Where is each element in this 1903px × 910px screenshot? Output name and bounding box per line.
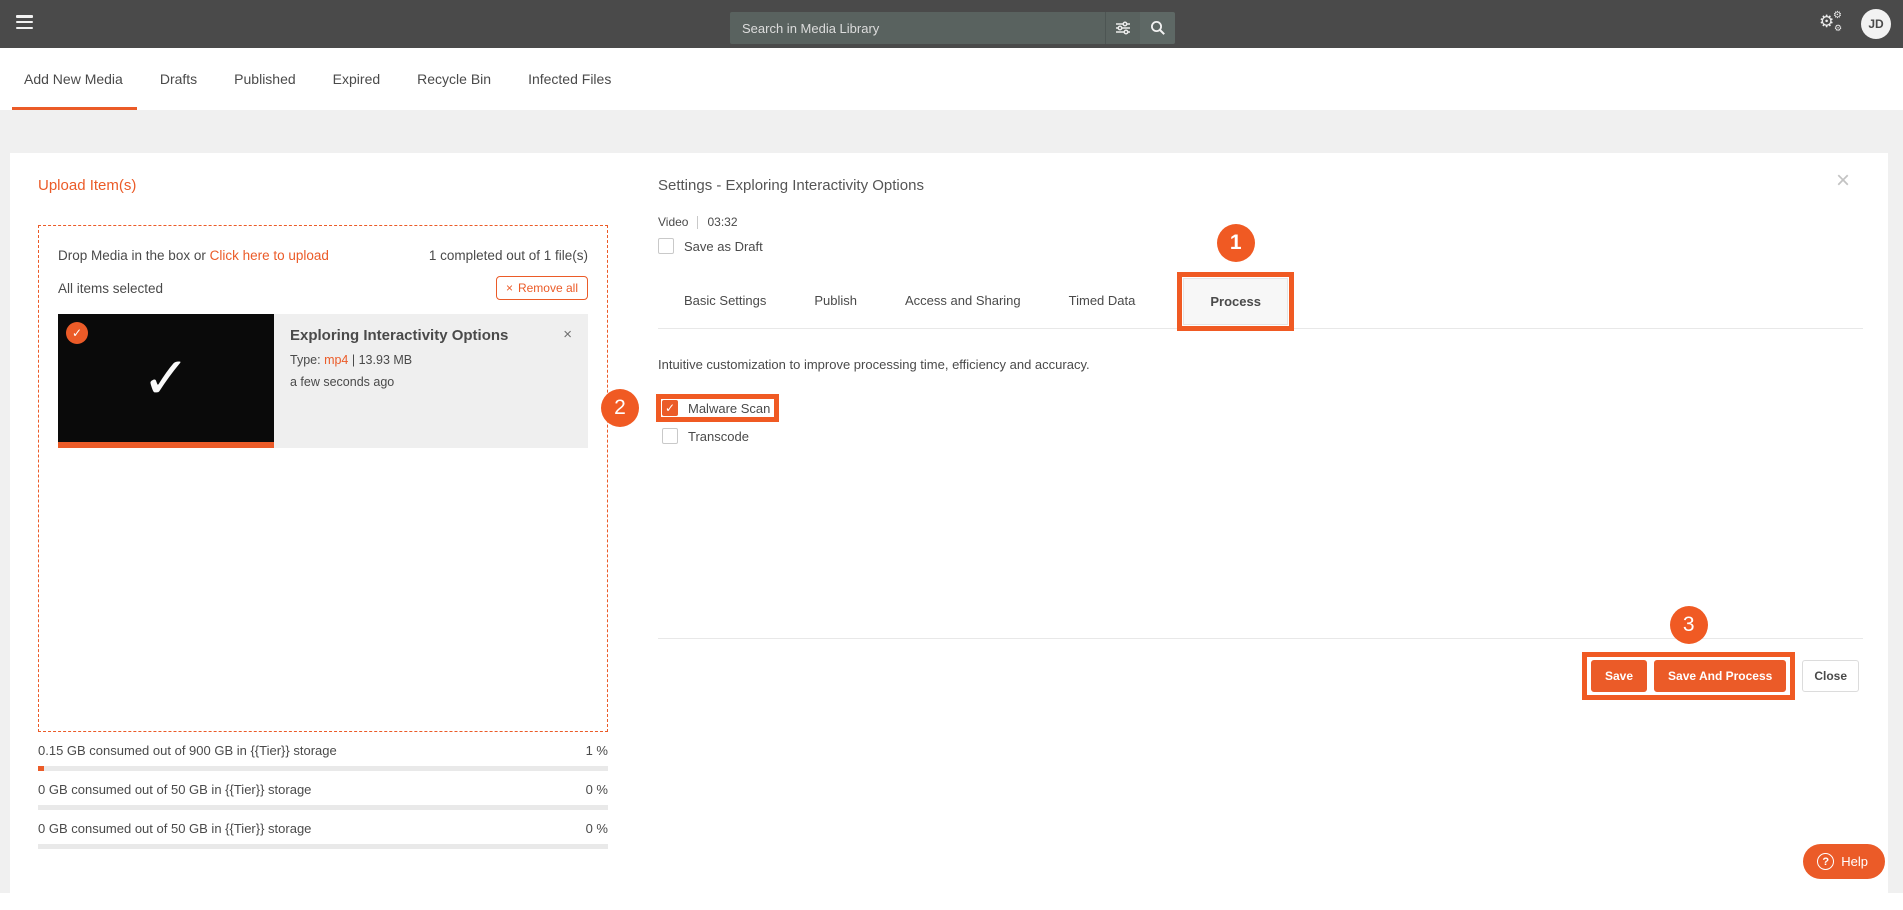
save-and-process-button[interactable]: Save And Process [1654, 660, 1786, 692]
settings-close-icon[interactable]: × [1836, 171, 1850, 191]
save-as-draft-checkbox[interactable] [658, 238, 674, 254]
storage-row: 0 GB consumed out of 50 GB in {{Tier}} s… [38, 782, 608, 810]
tab-access-and-sharing[interactable]: Access and Sharing [905, 273, 1021, 328]
upload-panel: Upload Item(s) Drop Media in the box or … [10, 153, 636, 893]
file-remove-icon[interactable]: × [563, 327, 572, 342]
transcode-checkbox[interactable] [662, 428, 678, 444]
file-title: Exploring Interactivity Options [290, 327, 508, 344]
settings-gears-icon[interactable]: ⚙⚙⚙ [1819, 11, 1845, 37]
all-items-selected-label: All items selected [58, 281, 163, 296]
nav-tab-add-new-media[interactable]: Add New Media [24, 48, 123, 110]
storage-section: 0.15 GB consumed out of 900 GB in {{Tier… [38, 743, 608, 849]
filter-button[interactable] [1105, 12, 1140, 44]
storage-text: 0 GB consumed out of 50 GB in {{Tier}} s… [38, 782, 311, 797]
tab-publish[interactable]: Publish [814, 273, 857, 328]
help-button[interactable]: ? Help [1803, 844, 1885, 879]
help-label: Help [1841, 854, 1868, 869]
hamburger-menu-icon[interactable] [16, 15, 34, 33]
storage-row: 0 GB consumed out of 50 GB in {{Tier}} s… [38, 821, 608, 849]
nav-tab-expired[interactable]: Expired [333, 48, 380, 110]
storage-text: 0.15 GB consumed out of 900 GB in {{Tier… [38, 743, 337, 758]
footer-divider [658, 638, 1863, 639]
search-input[interactable] [730, 12, 1105, 44]
storage-bar [38, 766, 608, 771]
media-type: Video [658, 215, 688, 229]
file-size: 13.93 MB [359, 353, 413, 367]
settings-tabs: Basic Settings Publish Access and Sharin… [658, 273, 1863, 329]
storage-bar-fill [38, 766, 44, 771]
nav-tab-drafts[interactable]: Drafts [160, 48, 197, 110]
upload-dropzone[interactable]: Drop Media in the box or Click here to u… [38, 225, 608, 732]
storage-percent: 1 % [586, 743, 608, 758]
close-button[interactable]: Close [1802, 660, 1859, 692]
search-group [730, 12, 1175, 44]
app-header: ⚙⚙⚙ JD [0, 0, 1903, 48]
page-background: Upload Item(s) Drop Media in the box or … [0, 110, 1903, 893]
library-nav-tabs: Add New Media Drafts Published Expired R… [0, 48, 1903, 110]
upload-progress-count: 1 completed out of 1 file(s) [429, 248, 588, 263]
main-card: Upload Item(s) Drop Media in the box or … [10, 153, 1888, 893]
settings-panel: × Settings - Exploring Interactivity Opt… [636, 153, 1888, 893]
transcode-label: Transcode [688, 429, 749, 444]
search-button[interactable] [1140, 12, 1175, 44]
footer-buttons: Save Save And Process 3 Close [658, 660, 1863, 692]
media-duration: 03:32 [707, 215, 737, 229]
tab-process[interactable]: Process 1 [1183, 278, 1288, 325]
click-to-upload-link[interactable]: Click here to upload [210, 248, 329, 263]
storage-text: 0 GB consumed out of 50 GB in {{Tier}} s… [38, 821, 311, 836]
nav-tab-recycle-bin[interactable]: Recycle Bin [417, 48, 491, 110]
meta-divider [697, 216, 698, 229]
upload-complete-check-icon: ✓ [58, 314, 274, 442]
save-as-draft-label: Save as Draft [684, 239, 763, 254]
upload-title: Upload Item(s) [38, 177, 636, 195]
storage-bar [38, 844, 608, 849]
malware-scan-checkbox[interactable]: ✓ [662, 400, 678, 416]
tab-process-label: Process [1210, 294, 1261, 309]
file-type-label: Type: [290, 353, 321, 367]
file-type-value: mp4 [324, 353, 348, 367]
save-as-draft-row: Save as Draft [658, 237, 1863, 255]
file-thumbnail[interactable]: ✓ ✓ [58, 314, 274, 448]
nav-tab-published[interactable]: Published [234, 48, 296, 110]
storage-percent: 0 % [586, 821, 608, 836]
process-description: Intuitive customization to improve proce… [658, 357, 1863, 372]
remove-all-label: Remove all [518, 281, 578, 295]
storage-row: 0.15 GB consumed out of 900 GB in {{Tier… [38, 743, 608, 771]
save-button-group: Save Save And Process 3 [1591, 660, 1786, 692]
tab-basic-settings[interactable]: Basic Settings [684, 273, 766, 328]
upload-progress-bar [58, 442, 274, 448]
filter-icon [1114, 19, 1132, 37]
remove-all-button[interactable]: × Remove all [496, 276, 588, 300]
file-meta: Type: mp4 | 13.93 MB [290, 353, 572, 367]
media-meta: Video 03:32 [658, 215, 1863, 229]
file-info: Exploring Interactivity Options × Type: … [274, 314, 588, 448]
nav-tab-infected-files[interactable]: Infected Files [528, 48, 611, 110]
settings-title: Settings - Exploring Interactivity Optio… [658, 177, 1863, 195]
save-button[interactable]: Save [1591, 660, 1647, 692]
tab-timed-data[interactable]: Timed Data [1069, 273, 1136, 328]
storage-bar [38, 805, 608, 810]
help-question-icon: ? [1817, 853, 1834, 870]
file-upload-time: a few seconds ago [290, 375, 572, 389]
uploaded-file-item: ✓ ✓ Exploring Interactivity Options × Ty… [58, 314, 588, 448]
malware-scan-row: ✓ Malware Scan 2 [658, 396, 777, 420]
search-icon [1149, 19, 1167, 37]
file-meta-separator: | [352, 353, 355, 367]
storage-percent: 0 % [586, 782, 608, 797]
avatar[interactable]: JD [1861, 9, 1891, 39]
malware-scan-label: Malware Scan [688, 401, 770, 416]
drop-instruction: Drop Media in the box or Click here to u… [58, 248, 329, 263]
drop-text: Drop Media in the box or [58, 248, 206, 263]
transcode-row: Transcode [658, 424, 1863, 448]
remove-all-x-icon: × [506, 281, 513, 295]
